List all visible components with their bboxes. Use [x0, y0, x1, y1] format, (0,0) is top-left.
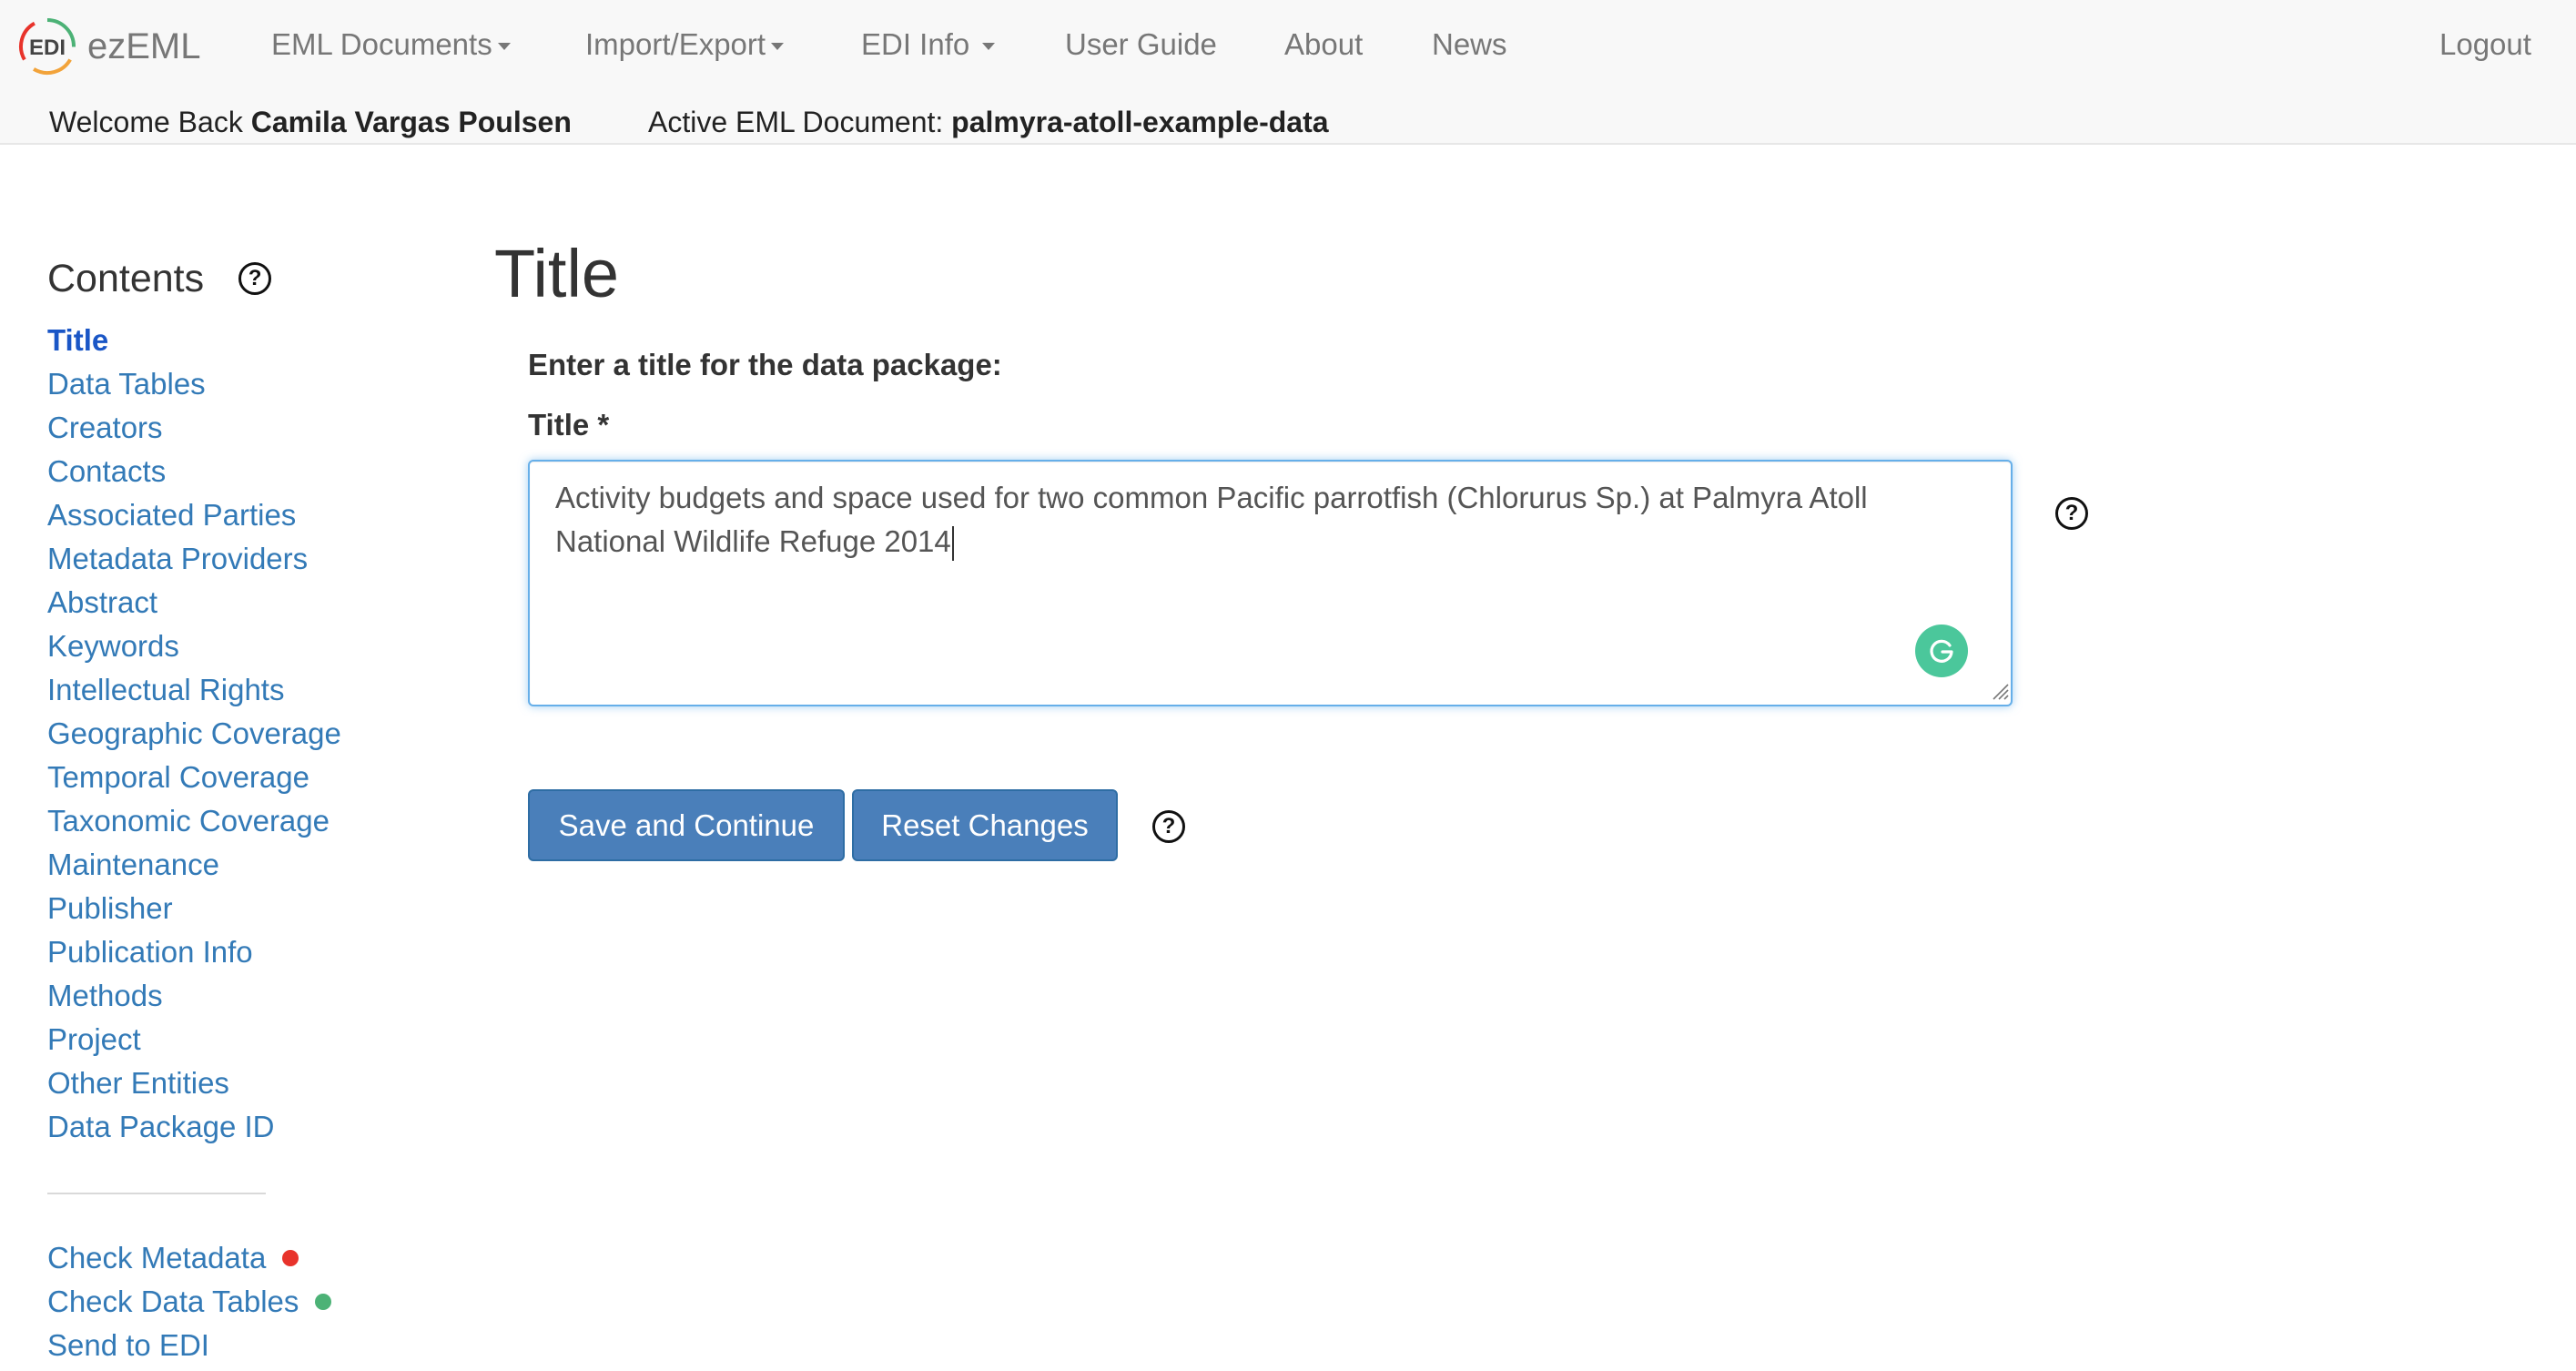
menu-edi-info-label: EDI Info [861, 27, 970, 61]
menu-eml-documents-label: EML Documents [271, 27, 492, 61]
status-ok-dot-icon [315, 1294, 332, 1311]
menu-logout[interactable]: Logout [2439, 27, 2531, 62]
reset-changes-button[interactable]: Reset Changes [852, 789, 1118, 861]
sidebar-item-taxonomic-coverage[interactable]: Taxonomic Coverage [47, 799, 430, 843]
sidebar-item-intellectual-rights[interactable]: Intellectual Rights [47, 668, 430, 712]
menu-eml-documents[interactable]: EML Documents [271, 27, 511, 62]
sidebar-item-contacts[interactable]: Contacts [47, 450, 430, 493]
title-field-label: Title * [528, 408, 610, 442]
menu-user-guide[interactable]: User Guide [1065, 27, 1217, 62]
caret-down-icon [982, 43, 996, 50]
welcome-prefix: Welcome Back [49, 106, 243, 138]
sidebar-item-geographic-coverage[interactable]: Geographic Coverage [47, 712, 430, 756]
sidebar-item-metadata-providers[interactable]: Metadata Providers [47, 537, 430, 581]
help-icon[interactable]: ? [238, 262, 272, 295]
sidebar-item-creators[interactable]: Creators [47, 406, 430, 450]
active-document: Active EML Document: palmyra-atoll-examp… [648, 106, 1329, 139]
sidebar-item-other-entities[interactable]: Other Entities [47, 1061, 430, 1105]
menu-import-export[interactable]: Import/Export [585, 27, 785, 62]
sidebar-check-label: Check Data Tables [47, 1285, 299, 1318]
sidebar-item-maintenance[interactable]: Maintenance [47, 843, 430, 887]
brand-text: ezEML [87, 25, 201, 66]
text-cursor [951, 526, 954, 562]
brand-link[interactable]: EDI ezEML [18, 16, 201, 76]
sidebar-item-publication-info[interactable]: Publication Info [47, 930, 430, 974]
sidebar-item-check-metadata[interactable]: Check Metadata [47, 1236, 430, 1280]
resize-handle-icon[interactable] [1990, 681, 2010, 701]
title-prompt: Enter a title for the data package: [528, 348, 1002, 381]
grammarly-g-icon [1930, 639, 1953, 663]
sidebar-item-send-to-edi[interactable]: Send to EDI [47, 1324, 430, 1367]
svg-text:EDI: EDI [29, 36, 66, 60]
save-and-continue-button[interactable]: Save and Continue [528, 789, 845, 861]
menu-import-export-label: Import/Export [585, 27, 766, 61]
caret-down-icon [497, 43, 511, 50]
sidebar-divider [47, 1193, 266, 1194]
sidebar-check-label: Check Metadata [47, 1241, 267, 1275]
user-name: Camila Vargas Poulsen [250, 106, 572, 138]
sidebar-item-project[interactable]: Project [47, 1018, 430, 1061]
menu-news[interactable]: News [1432, 27, 1507, 62]
active-doc-name: palmyra-atoll-example-data [951, 106, 1329, 138]
contents-sidebar: Contents ? Title Data Tables Creators Conta… [47, 251, 430, 1367]
contents-nav-list: Title Data Tables Creators Contacts Associat… [47, 319, 430, 1149]
sidebar-check-label: Send to EDI [47, 1328, 209, 1362]
sidebar-item-data-package-id[interactable]: Data Package ID [47, 1105, 430, 1149]
edi-logo-icon: EDI [18, 18, 76, 75]
title-textarea[interactable]: Activity budgets and space used for two … [528, 460, 2013, 706]
menu-user-guide-label: User Guide [1065, 27, 1217, 61]
status-error-dot-icon [282, 1250, 299, 1267]
sidebar-item-check-data-tables[interactable]: Check Data Tables [47, 1280, 430, 1324]
grammarly-icon[interactable] [1915, 625, 1968, 677]
welcome-message: Welcome Back Camila Vargas Poulsen [49, 106, 572, 139]
sidebar-item-data-tables[interactable]: Data Tables [47, 362, 430, 406]
sidebar-item-keywords[interactable]: Keywords [47, 625, 430, 668]
caret-down-icon [771, 43, 785, 50]
top-navbar: EDI ezEML EML Documents Import/Export ED… [0, 0, 2576, 145]
menu-about-label: About [1284, 27, 1364, 61]
contents-heading: Contents ? [47, 251, 430, 306]
sidebar-item-publisher[interactable]: Publisher [47, 887, 430, 930]
sidebar-item-methods[interactable]: Methods [47, 974, 430, 1018]
active-doc-prefix: Active EML Document: [648, 106, 944, 138]
contents-heading-text: Contents [47, 256, 205, 300]
menu-news-label: News [1432, 27, 1507, 61]
checks-nav-list: Check Metadata Check Data Tables Send to E… [47, 1236, 430, 1367]
sidebar-item-title[interactable]: Title [47, 319, 430, 362]
menu-logout-label: Logout [2439, 27, 2531, 61]
sidebar-item-associated-parties[interactable]: Associated Parties [47, 493, 430, 537]
menu-edi-info[interactable]: EDI Info [861, 27, 996, 62]
page-title: Title [494, 236, 620, 311]
menu-about[interactable]: About [1284, 27, 1363, 62]
buttons-help-icon[interactable]: ? [1152, 810, 1185, 843]
title-textarea-value: Activity budgets and space used for two … [555, 481, 1868, 558]
title-help-icon[interactable]: ? [2055, 497, 2088, 530]
sidebar-item-temporal-coverage[interactable]: Temporal Coverage [47, 756, 430, 799]
sidebar-item-abstract[interactable]: Abstract [47, 581, 430, 625]
